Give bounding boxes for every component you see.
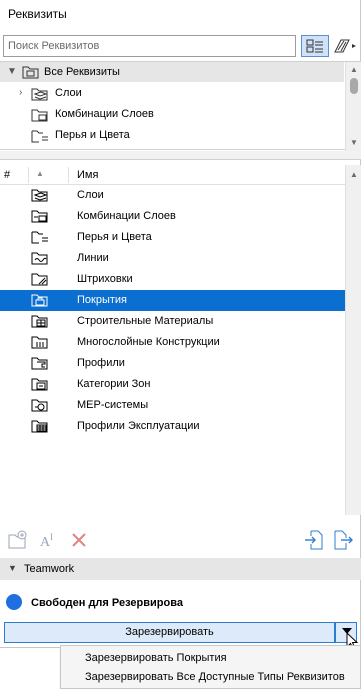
new-attribute-icon (8, 530, 27, 549)
tree-root-label: Все Реквизиты (44, 66, 120, 78)
menu-item-reserve-surfaces[interactable]: Зарезервировать Покрытия (85, 652, 227, 664)
list-view-icon (306, 39, 323, 53)
column-header-name[interactable]: Имя (77, 169, 98, 181)
list-row-zone-categories[interactable]: Категории Зон (0, 374, 345, 395)
list-row-label: Категории Зон (77, 378, 151, 390)
composites-icon (31, 336, 48, 349)
layers-folder-icon (31, 88, 48, 101)
column-header-number[interactable]: # (4, 169, 10, 181)
operation-profiles-icon (31, 420, 48, 433)
list-row-label: MEP-системы (77, 399, 149, 411)
list-header: # ▲ Имя (0, 165, 345, 185)
list-row-mep-systems[interactable]: MEP-системы (0, 395, 345, 416)
new-attribute-button[interactable] (7, 529, 29, 551)
layer-combinations-icon (31, 109, 48, 122)
list-row-label: Линии (77, 252, 109, 264)
menu-item-reserve-all-types[interactable]: Зарезервировать Все Доступные Типы Рекви… (85, 671, 345, 683)
teamwork-section-header[interactable]: ▼ Teamwork (0, 558, 361, 580)
panel-splitter[interactable] (0, 151, 361, 160)
list-row-pens-colors[interactable]: Перья и Цвета (0, 227, 345, 248)
sort-ascending-icon[interactable]: ▲ (36, 169, 44, 178)
rename-icon: A I (40, 532, 53, 550)
reserve-button[interactable]: Зарезервировать (4, 622, 335, 643)
list-scrollbar[interactable]: ▲ (345, 165, 361, 515)
pens-colors-icon (31, 130, 48, 143)
layer-combinations-icon (31, 210, 48, 223)
building-materials-icon (31, 315, 48, 328)
scroll-thumb[interactable] (350, 78, 358, 94)
list-row-layer-combinations[interactable]: Комбинации Слоев (0, 206, 345, 227)
pens-colors-icon (31, 231, 48, 244)
list-row-label: Профили (77, 357, 125, 369)
search-row (3, 35, 359, 58)
tree-root-all-attributes[interactable]: ▼ Все Реквизиты (0, 62, 344, 82)
attribute-type-tree: ▼ Все Реквизиты › Слои Комбинации Слоев (0, 61, 361, 151)
export-icon (334, 530, 353, 550)
attributes-panel: Реквизиты ▼ (0, 0, 361, 648)
export-button[interactable] (332, 529, 354, 551)
zone-categories-icon (31, 378, 48, 391)
list-view-toggle-button[interactable] (301, 35, 329, 57)
reservation-status-label: Свободен для Резервирова (31, 597, 183, 609)
column-divider[interactable] (68, 167, 69, 183)
reservation-status: Свободен для Резервирова (0, 590, 361, 614)
tree-item-label: Перья и Цвета (55, 129, 130, 141)
panel-title: Реквизиты (8, 7, 67, 21)
tree-item-layer-combinations[interactable]: Комбинации Слоев (0, 105, 344, 125)
tree-item-layers[interactable]: › Слои (0, 84, 344, 104)
column-divider[interactable] (28, 167, 29, 183)
list-row-label: Штриховки (77, 273, 133, 285)
search-input[interactable] (3, 35, 296, 57)
tree-item-label: Слои (55, 87, 82, 99)
reserve-dropdown-menu: Зарезервировать Покрытия Зарезервировать… (60, 645, 361, 689)
line-types-icon (31, 252, 48, 265)
profiles-icon (31, 357, 48, 370)
layers-icon (31, 189, 48, 202)
attribute-options-button[interactable] (332, 35, 359, 57)
list-row-profiles[interactable]: Профили (0, 353, 345, 374)
mep-systems-icon (31, 399, 48, 412)
list-row-label: Многослойные Конструкции (77, 336, 220, 348)
all-attributes-icon (22, 66, 39, 79)
import-button[interactable] (303, 529, 325, 551)
tree-scrollbar[interactable]: ▲ ▼ (345, 62, 361, 151)
delete-icon (72, 533, 86, 547)
list-row-label: Покрытия (77, 294, 127, 306)
list-row-label: Перья и Цвета (77, 231, 152, 243)
chevron-down-icon[interactable]: ▼ (7, 66, 17, 77)
import-icon (305, 530, 323, 550)
list-row-label: Комбинации Слоев (77, 210, 176, 222)
rename-button[interactable]: A I (38, 529, 60, 551)
list-row-layers[interactable]: Слои (0, 185, 345, 206)
collapse-triangle-icon[interactable]: ▼ (8, 563, 17, 573)
attribute-toolbar: A I (0, 525, 361, 555)
delete-button[interactable] (68, 529, 90, 551)
list-row-label: Строительные Материалы (77, 315, 214, 327)
attribute-list: # ▲ Имя Слои Комбинации Слоев Перья и Цв… (0, 165, 361, 515)
scroll-down-icon[interactable]: ▼ (350, 138, 358, 147)
list-row-building-materials[interactable]: Строительные Материалы (0, 311, 345, 332)
scroll-up-icon[interactable]: ▲ (350, 170, 358, 179)
hatch-options-icon (334, 39, 356, 53)
list-row-fills[interactable]: Штриховки (0, 269, 345, 290)
list-row-line-types[interactable]: Линии (0, 248, 345, 269)
list-row-surfaces[interactable]: Покрытия (0, 290, 345, 311)
svg-text:I: I (50, 532, 53, 542)
list-row-label: Слои (77, 189, 104, 201)
list-row-label: Профили Эксплуатации (77, 420, 200, 432)
tree-item-label: Комбинации Слоев (55, 108, 154, 120)
surfaces-icon (31, 294, 48, 307)
fills-icon (31, 273, 48, 286)
teamwork-section-label: Teamwork (24, 563, 75, 575)
list-row-operation-profiles[interactable]: Профили Эксплуатации (0, 416, 345, 437)
scroll-up-icon[interactable]: ▲ (350, 65, 358, 74)
list-row-composites[interactable]: Многослойные Конструкции (0, 332, 345, 353)
tree-item-pens-colors[interactable]: Перья и Цвета (0, 126, 344, 146)
status-dot-icon (6, 594, 22, 610)
chevron-right-icon[interactable]: › (19, 87, 22, 98)
